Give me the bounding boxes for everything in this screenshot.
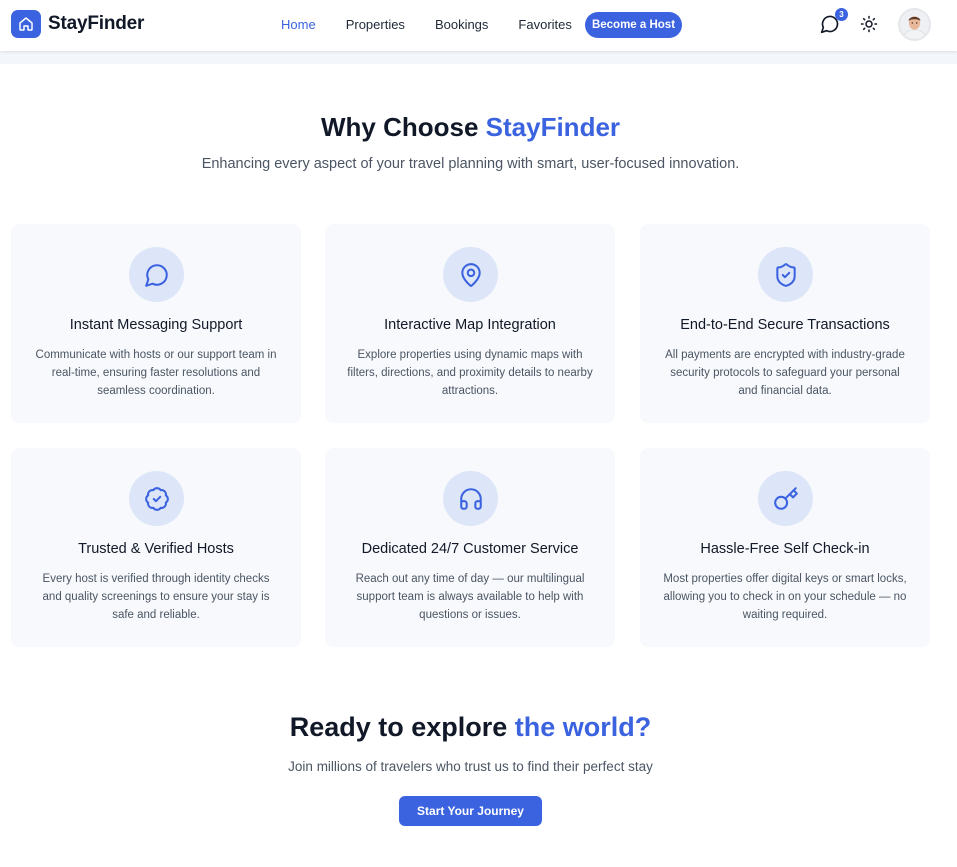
section-title: Why Choose StayFinder <box>0 112 941 143</box>
shield-check-icon <box>758 247 813 302</box>
feature-description: Reach out any time of day — our multilin… <box>355 573 585 621</box>
feature-title: End-to-End Secure Transactions <box>680 317 890 333</box>
nav-favorites[interactable]: Favorites <box>518 17 571 32</box>
sun-icon[interactable] <box>860 15 880 35</box>
verified-badge-icon <box>129 471 184 526</box>
feature-title: Dedicated 24/7 Customer Service <box>361 541 579 557</box>
feature-title: Instant Messaging Support <box>69 317 243 333</box>
feature-title: Hassle-Free Self Check-in <box>700 541 870 557</box>
feature-card-support: Dedicated 24/7 Customer Service Reach ou… <box>325 448 615 647</box>
nav-bookings[interactable]: Bookings <box>435 17 488 32</box>
top-navbar: StayFinder Home Properties Bookings Favo… <box>0 0 957 51</box>
nav-properties[interactable]: Properties <box>346 17 405 32</box>
become-host-button[interactable]: Become a Host <box>585 12 682 38</box>
section-subtitle: Enhancing every aspect of your travel pl… <box>201 156 740 172</box>
feature-title: Trusted & Verified Hosts <box>78 541 234 557</box>
cta-title: Ready to explore the world? <box>0 712 941 743</box>
chat-bubble-icon <box>129 247 184 302</box>
cta-title-prefix: Ready to explore <box>289 712 508 742</box>
nav-links: Home Properties Bookings Favorites <box>281 17 572 32</box>
cta-subtitle: Join millions of travelers who trust us … <box>288 759 653 774</box>
feature-description: All payments are encrypted with industry… <box>665 349 905 397</box>
key-icon <box>758 471 813 526</box>
feature-card-checkin: Hassle-Free Self Check-in Most propertie… <box>640 448 930 647</box>
feature-title: Interactive Map Integration <box>384 317 556 333</box>
feature-card-map: Interactive Map Integration Explore prop… <box>325 224 615 423</box>
feature-card-verified: Trusted & Verified Hosts Every host is v… <box>11 448 301 647</box>
user-avatar[interactable] <box>898 8 931 41</box>
hero-bottom-strip <box>0 51 957 64</box>
feature-card-messaging: Instant Messaging Support Communicate wi… <box>11 224 301 423</box>
feature-description: Explore properties using dynamic maps wi… <box>347 349 593 397</box>
section-title-accent: StayFinder <box>485 112 621 142</box>
feature-card-security: End-to-End Secure Transactions All payme… <box>640 224 930 423</box>
feature-description: Communicate with hosts or our support te… <box>35 349 277 397</box>
headset-icon <box>443 471 498 526</box>
map-pin-icon <box>443 247 498 302</box>
start-journey-button[interactable]: Start Your Journey <box>399 796 542 826</box>
brand[interactable]: StayFinder <box>11 10 144 38</box>
messages-badge: 3 <box>835 8 848 21</box>
section-title-prefix: Why Choose <box>320 112 479 142</box>
cta-title-accent: the world? <box>514 712 652 742</box>
feature-description: Every host is verified through identity … <box>42 573 270 621</box>
brand-name: StayFinder <box>48 13 145 34</box>
feature-description: Most properties offer digital keys or sm… <box>663 573 907 621</box>
nav-home[interactable]: Home <box>281 17 316 32</box>
home-icon <box>11 10 41 38</box>
